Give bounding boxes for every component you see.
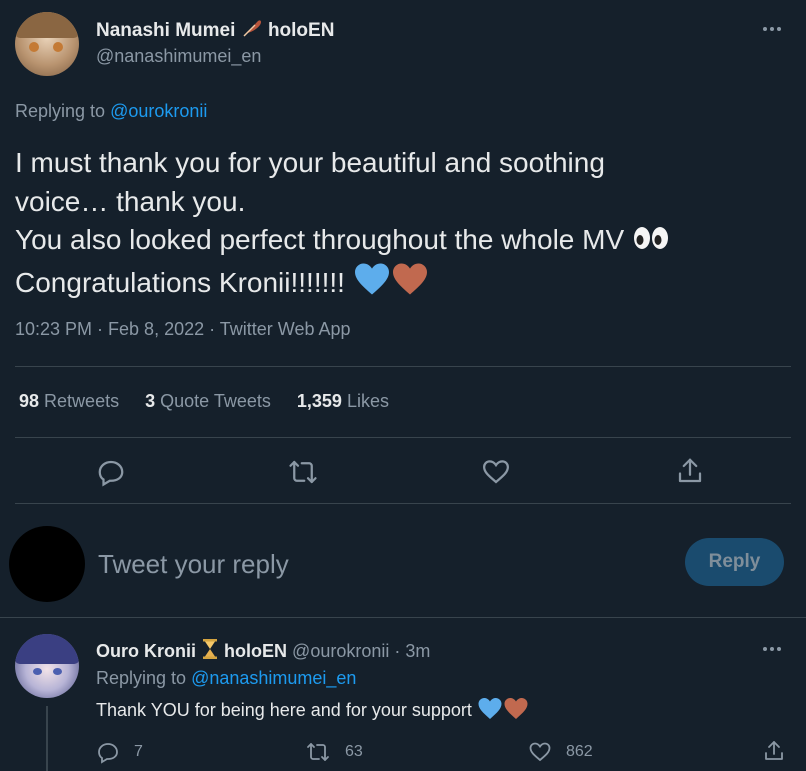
author-avatar[interactable] bbox=[15, 12, 79, 76]
reply-replying-to: Replying to @nanashimumei_en bbox=[96, 668, 356, 689]
likes-count: 1,359 bbox=[296, 391, 342, 411]
brown-heart-emoji bbox=[391, 262, 429, 307]
author-name[interactable]: Nanashi Mumei bbox=[96, 20, 235, 41]
reply-text-body: Thank YOU for being here and for your su… bbox=[96, 700, 472, 720]
feather-icon bbox=[241, 17, 263, 39]
replying-to-label: Replying to bbox=[15, 101, 106, 121]
author-affiliation: holoEN bbox=[267, 20, 335, 41]
divider bbox=[15, 503, 791, 504]
retweets-stat[interactable]: 98 Retweets bbox=[19, 391, 119, 411]
reply-age[interactable]: · 3m bbox=[394, 641, 430, 661]
reply-share-icon[interactable] bbox=[762, 739, 786, 763]
reply-action-retweet[interactable]: 63 bbox=[305, 740, 363, 764]
like-count: 862 bbox=[566, 743, 593, 760]
retweet-icon[interactable] bbox=[287, 457, 319, 487]
quote-count: 3 bbox=[145, 391, 156, 411]
reply-button-label: Reply bbox=[708, 551, 761, 572]
tweet-text-line: Congratulations Kronii!!!!!!! bbox=[15, 262, 670, 307]
like-icon[interactable] bbox=[481, 457, 511, 487]
retweet-icon bbox=[305, 740, 331, 764]
retweet-count: 63 bbox=[345, 743, 363, 760]
divider bbox=[0, 617, 806, 618]
divider bbox=[15, 366, 791, 367]
eyes-emoji bbox=[632, 223, 670, 262]
reply-replying-to-handle[interactable]: @nanashimumei_en bbox=[191, 668, 356, 688]
reply-author-avatar[interactable] bbox=[15, 634, 79, 698]
divider bbox=[15, 437, 791, 438]
tweet-text-line: voice… thank you. bbox=[15, 185, 246, 217]
tweet-text-segment: Congratulations Kronii!!!!!!! bbox=[15, 266, 345, 298]
brown-heart-emoji bbox=[503, 697, 529, 725]
retweets-count: 98 bbox=[19, 391, 40, 411]
like-icon bbox=[528, 740, 552, 764]
reply-text: Thank YOU for being here and for your su… bbox=[96, 697, 529, 725]
reply-author-affiliation: holoEN bbox=[224, 641, 288, 661]
tweet-text: I must thank you for your beautiful and … bbox=[15, 144, 670, 306]
reply-author-row: Ouro Kronii holoEN @ourokronii · 3m bbox=[96, 638, 430, 662]
reply-more-icon[interactable] bbox=[760, 642, 784, 656]
reply-button[interactable]: Reply bbox=[685, 538, 784, 586]
reply-action-reply[interactable]: 7 bbox=[96, 740, 143, 764]
tweet-text-line: You also looked perfect throughout the w… bbox=[15, 221, 670, 262]
hourglass-icon bbox=[201, 638, 219, 660]
share-icon[interactable] bbox=[675, 456, 705, 486]
author-name-row[interactable]: Nanashi Mumei holoEN bbox=[96, 17, 334, 42]
reply-replying-to-label: Replying to bbox=[96, 668, 187, 688]
tweet-timestamp[interactable]: 10:23 PM · Feb 8, 2022 · Twitter Web App bbox=[15, 319, 351, 340]
thread-line bbox=[46, 706, 48, 771]
replying-to: Replying to @ourokronii bbox=[15, 101, 207, 122]
reply-author-name[interactable]: Ouro Kronii bbox=[96, 641, 196, 661]
blue-heart-emoji bbox=[477, 697, 503, 725]
reply-icon bbox=[96, 740, 120, 764]
more-icon[interactable] bbox=[760, 22, 784, 36]
likes-label: Likes bbox=[346, 391, 389, 411]
retweets-label: Retweets bbox=[44, 391, 120, 411]
reply-input[interactable]: Tweet your reply bbox=[98, 549, 289, 580]
likes-stat[interactable]: 1,359 Likes bbox=[297, 391, 389, 411]
user-avatar[interactable] bbox=[9, 526, 85, 602]
author-handle[interactable]: @nanashimumei_en bbox=[96, 46, 261, 67]
reply-author-handle[interactable]: @ourokronii bbox=[292, 641, 389, 661]
reply-icon[interactable] bbox=[96, 457, 126, 487]
blue-heart-emoji bbox=[353, 262, 391, 307]
tweet-text-segment: You also looked perfect throughout the w… bbox=[15, 224, 625, 255]
tweet-stats: 98 Retweets 3 Quote Tweets 1,359 Likes bbox=[19, 391, 389, 412]
reply-count: 7 bbox=[134, 743, 143, 760]
tweet-text-line: I must thank you for your beautiful and … bbox=[15, 147, 605, 178]
quote-tweets-stat[interactable]: 3 Quote Tweets bbox=[145, 391, 271, 411]
replying-to-handle[interactable]: @ourokronii bbox=[110, 101, 207, 121]
reply-action-like[interactable]: 862 bbox=[528, 740, 593, 764]
quote-label: Quote Tweets bbox=[160, 391, 271, 411]
